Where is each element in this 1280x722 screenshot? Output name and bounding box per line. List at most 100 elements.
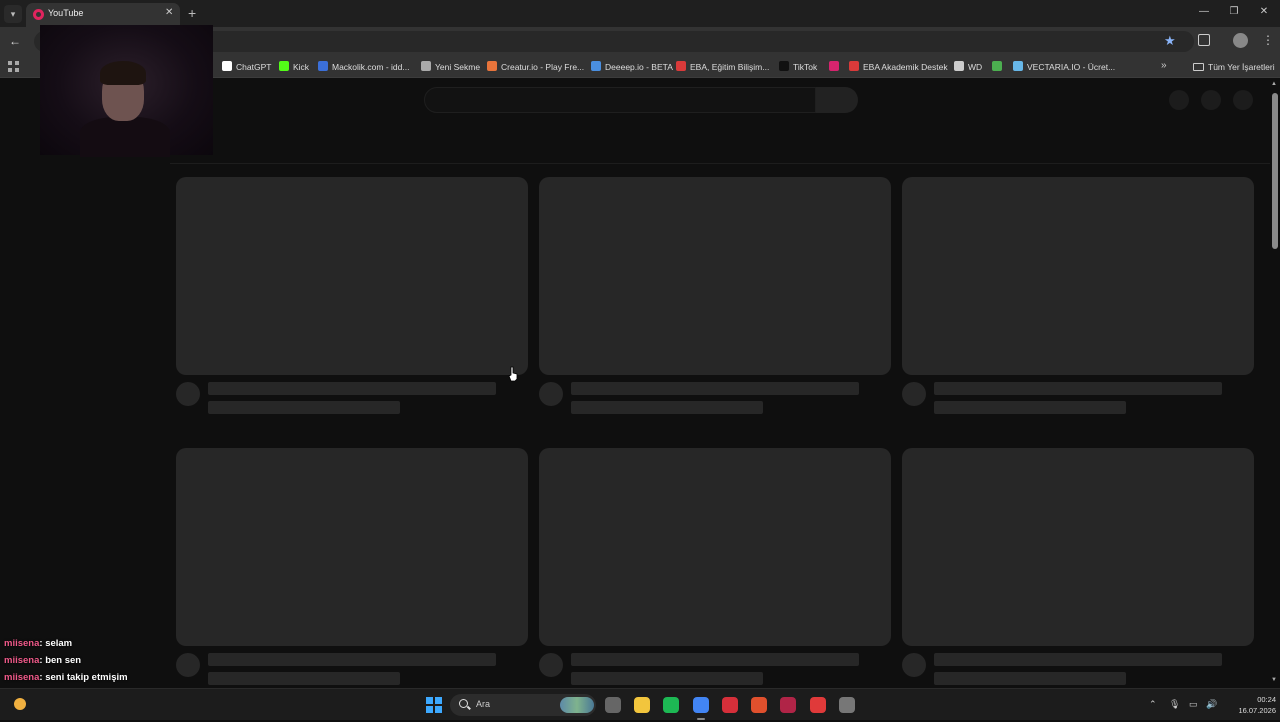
windows-taskbar: Ara ⌃ 🎙 ▭ 🔊 00:24 16.07.2026 [0,688,1280,720]
bookmark-label: Kick [293,62,310,72]
bookmark-item[interactable]: ChatGPT [222,60,271,74]
tab-close-icon[interactable]: ✕ [165,7,173,18]
bookmark-label: Mackolik.com - idd... [332,62,410,72]
microphone-icon[interactable]: 🎙 [1169,699,1180,710]
channel-avatar-placeholder [902,382,926,406]
youtube-search-input[interactable] [424,87,816,113]
bookmark-item[interactable]: Mackolik.com - idd... [318,60,409,74]
title-placeholder [571,653,859,666]
apps-grid-icon[interactable] [8,61,19,72]
bookmark-item[interactable]: TikTok [779,60,817,74]
new-tab-button[interactable]: + [188,5,196,21]
notifications-icon[interactable] [1201,90,1221,110]
bookmark-item[interactable]: Deeeep.io - BETA [591,60,673,74]
file-explorer-icon[interactable] [634,697,650,713]
restore-button[interactable]: ❐ [1227,6,1241,17]
spotify-icon[interactable] [663,697,679,713]
all-bookmarks-button[interactable]: Tüm Yer İşaretleri [1193,60,1275,74]
bookmark-label: TikTok [793,62,818,72]
chrome-icon[interactable] [693,697,709,713]
account-avatar[interactable] [1233,90,1253,110]
webcam-person-hair [100,61,146,85]
bookmark-item[interactable]: EBA Akademik Destek [849,60,948,74]
bookmark-star-icon[interactable]: ★ [1164,33,1176,49]
scroll-up-arrow-icon[interactable]: ▲ [1271,81,1277,87]
chat-text: : selam [39,638,73,649]
title-placeholder [934,382,1222,395]
thumbnail-placeholder[interactable] [902,177,1254,375]
mackolik-icon [318,61,328,71]
youtube-page: ▲ ▼ [0,79,1280,688]
green-icon [992,61,1002,71]
meta-placeholder [571,401,763,414]
bookmark-item[interactable] [829,60,843,74]
back-button[interactable]: ← [9,34,21,48]
chat-message: miisena: seni takip etmişim [4,671,244,688]
meta-placeholder [934,401,1126,414]
minimize-button[interactable]: — [1197,6,1211,17]
all-bookmarks-label: Tüm Yer İşaretleri [1208,62,1275,72]
tab-title: YouTube [48,8,84,18]
app-discord-icon[interactable] [810,697,826,713]
volume-icon[interactable]: 🔊 [1206,699,1217,710]
bookmark-item[interactable]: WD [954,60,982,74]
thumbnail-placeholder[interactable] [176,448,528,646]
thumbnail-placeholder[interactable] [539,448,891,646]
app-red-icon[interactable] [722,697,738,713]
bookmark-label: VECTARIA.IO - Ücret... [1027,62,1116,72]
bookmark-item[interactable]: Yeni Sekme [421,60,480,74]
clock-time[interactable]: 00:24 [1240,695,1276,704]
bookmark-item[interactable] [992,60,1006,74]
bookmark-item[interactable]: Kick [279,60,309,74]
chatgpt-icon [222,61,232,71]
eba-icon [676,61,686,71]
profile-avatar-icon[interactable] [1233,33,1248,48]
globe-icon [421,61,431,71]
thumbnail-placeholder[interactable] [539,177,891,375]
title-placeholder [208,382,496,395]
app-moon-icon[interactable] [751,697,767,713]
tab-youtube[interactable]: YouTube ✕ [26,3,180,27]
taskbar-search-box[interactable]: Ara [450,694,596,716]
windows-start-icon[interactable] [426,697,442,713]
chips-bar-divider [170,163,1270,164]
chat-username: miisena [4,655,40,666]
folder-icon [1193,63,1204,71]
create-icon[interactable] [1169,90,1189,110]
close-window-button[interactable]: ✕ [1257,6,1271,17]
tray-overflow-chevron-icon[interactable]: ⌃ [1149,699,1157,710]
chat-message: miisena: selam [4,637,244,654]
webcam-person-body [80,117,170,157]
app-v-icon[interactable] [780,697,796,713]
bookmark-item[interactable]: Creatur.io - Play Fre... [487,60,584,74]
creatur-icon [487,61,497,71]
bookmark-label: ChatGPT [236,62,272,72]
title-placeholder [934,653,1222,666]
picsart-icon [829,61,839,71]
browser-menu-icon[interactable]: ⋮ [1262,34,1274,46]
channel-avatar-placeholder [539,382,563,406]
meta-placeholder [208,401,400,414]
chat-username: miisena [4,672,40,683]
network-icon[interactable]: ▭ [1189,699,1198,710]
chat-text: : ben sen [39,655,82,666]
wd-icon [954,61,964,71]
bookmark-item[interactable]: VECTARIA.IO - Ücret... [1013,60,1115,74]
bookmark-item[interactable]: EBA, Eğitim Bilişim... [676,60,769,74]
taskview-icon[interactable] [605,697,621,713]
clock-date[interactable]: 16.07.2026 [1222,706,1276,715]
app-steam-icon[interactable] [839,697,855,713]
tab-search-dropdown-icon[interactable]: ▾ [4,5,22,23]
extensions-icon[interactable] [1198,34,1210,46]
weather-icon[interactable] [14,698,26,710]
youtube-favicon-icon [33,9,44,20]
thumbnail-placeholder[interactable] [902,448,1254,646]
bookmark-label: Creatur.io - Play Fre... [501,62,585,72]
bookmarks-overflow-icon[interactable]: » [1161,60,1167,71]
bookmark-label: EBA, Eğitim Bilişim... [690,62,770,72]
thumbnail-placeholder[interactable] [176,177,528,375]
scroll-down-arrow-icon[interactable]: ▼ [1271,677,1277,683]
title-placeholder [571,382,859,395]
scrollbar-thumb[interactable] [1272,93,1278,249]
youtube-search-button[interactable] [816,87,858,113]
